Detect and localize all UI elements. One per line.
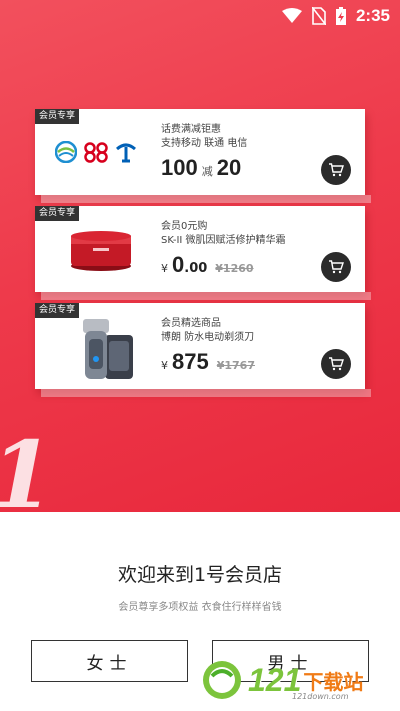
cart-icon [329, 260, 344, 274]
member-tag: 会员专享 [35, 303, 80, 318]
brand-logo-icon: 1 [0, 429, 60, 512]
add-to-cart-button[interactable] [321, 349, 351, 379]
watermark-ball-icon [203, 661, 241, 699]
promo-card-shaver[interactable]: 会员专享 会员精选商品 博朗 防水电动剃须刀 ¥ 875 ¥1767 [35, 303, 371, 397]
price-original: ¥1767 [216, 359, 255, 372]
price-main: 875 [172, 349, 209, 374]
china-telecom-icon [116, 143, 136, 163]
card-line: 会员0元购 [161, 221, 208, 232]
china-unicom-icon [84, 142, 108, 163]
price-main: 0 [172, 252, 185, 277]
price-decimal: .00 [184, 261, 208, 276]
card-line: SK-II 微肌因赋活修护精华霜 [161, 235, 286, 246]
promo-card-skincare[interactable]: 会员专享 会员0元购 SK-II 微肌因赋活修护精华霜 ¥ 0 .00 ¥126… [35, 206, 371, 300]
card-line: 会员精选商品 [161, 318, 221, 329]
member-tag: 会员专享 [35, 206, 80, 221]
watermark-url: 121down.com [292, 692, 349, 701]
card-line: 支持移动 联通 电信 [161, 138, 248, 149]
yen-symbol: ¥ [161, 262, 168, 275]
welcome-subtitle: 会员尊享多项权益 衣食住行样样省钱 [118, 602, 282, 613]
carrier-logos [55, 141, 137, 163]
add-to-cart-button[interactable] [321, 252, 351, 282]
watermark-label: 下载站 [303, 669, 364, 694]
female-button[interactable]: 女士 [31, 640, 188, 682]
no-sim-icon [311, 7, 326, 25]
cart-icon [329, 357, 344, 371]
status-time: 2:35 [355, 6, 390, 25]
china-mobile-icon [55, 141, 77, 163]
card-line: 话费满减钜惠 [161, 124, 221, 135]
shaver-image [83, 319, 133, 379]
skincare-jar-image [71, 231, 131, 271]
site-watermark: 121 下载站 121down.com [200, 652, 400, 708]
cart-icon [329, 163, 344, 177]
promo-card-phone-credit[interactable]: 会员专享 话费满减钜惠 支持移动 联通 电信 100 减 20 [35, 109, 371, 203]
card-line: 博朗 防水电动剃须刀 [161, 332, 255, 343]
welcome-title: 欢迎来到1号会员店 [117, 564, 283, 586]
status-bar: 2:35 [0, 0, 400, 32]
price-second: 20 [216, 155, 242, 180]
battery-charging-icon [335, 7, 346, 25]
add-to-cart-button[interactable] [321, 155, 351, 185]
member-tag: 会员专享 [35, 109, 80, 124]
price-main: 100 [161, 155, 198, 180]
wifi-icon [281, 8, 302, 23]
price-mid: 减 [201, 165, 213, 178]
price-original: ¥1260 [215, 262, 254, 275]
yen-symbol: ¥ [161, 359, 168, 372]
